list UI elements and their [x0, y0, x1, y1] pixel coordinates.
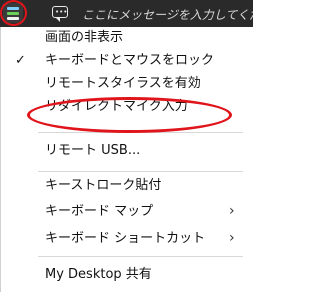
menu-item-label: キーボードとマウスをロック [45, 53, 215, 68]
menu-item-remote-stylus[interactable]: リモートスタイラスを有効 [1, 73, 253, 95]
menu-item-paste-keystrokes[interactable]: キーストローク貼付 [1, 175, 253, 197]
context-menu: 画面の非表示 ✓ キーボードとマウスをロック リモートスタイラスを有効 リダイレ… [0, 27, 253, 292]
redirect-mic-annotation-ellipse [27, 97, 232, 133]
menu-separator [38, 171, 243, 172]
menu-item-label: My Desktop 共有 [45, 267, 152, 282]
chat-bubble-icon[interactable]: ••• [52, 6, 68, 22]
top-toolbar: ••• ここにメッセージを入力してくだ [0, 0, 253, 27]
checkmark-icon: ✓ [15, 53, 26, 68]
menu-item-remote-usb[interactable]: リモート USB... [1, 140, 253, 162]
menu-item-label: キーストローク貼付 [45, 178, 162, 193]
menu-item-hide-screen[interactable]: 画面の非表示 [1, 27, 253, 49]
menu-item-label: リモートスタイラスを有効 [45, 76, 201, 91]
menu-item-label: キーボード マップ [45, 204, 154, 219]
menu-item-label: リモート USB... [45, 143, 141, 158]
menu-item-label: キーボード ショートカット [45, 231, 206, 246]
menu-item-my-desktop-share[interactable]: My Desktop 共有 [1, 264, 253, 286]
menu-item-keyboard-shortcuts[interactable]: キーボード ショートカット › [1, 228, 253, 250]
chat-input-placeholder[interactable]: ここにメッセージを入力してくだ [82, 6, 253, 23]
app-icon-annotation-circle [0, 0, 27, 26]
menu-item-label: 画面の非表示 [45, 30, 124, 45]
chevron-right-icon: › [229, 203, 235, 219]
menu-item-keyboard-map[interactable]: キーボード マップ › [1, 201, 253, 223]
menu-item-lock-keyboard-mouse[interactable]: ✓ キーボードとマウスをロック [1, 50, 253, 72]
menu-separator [38, 256, 243, 257]
chevron-right-icon: › [229, 230, 235, 246]
